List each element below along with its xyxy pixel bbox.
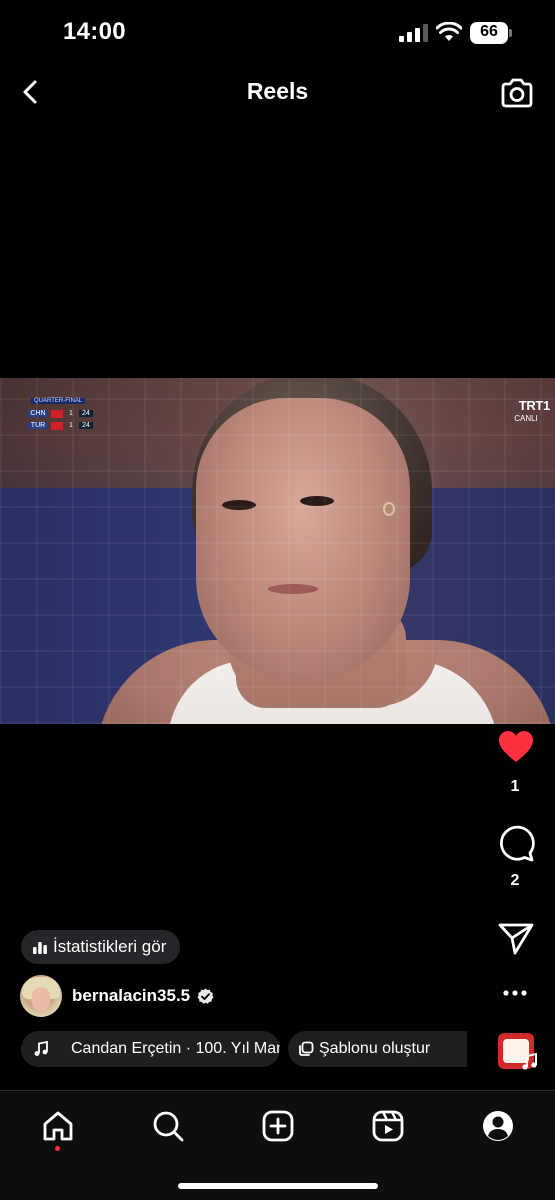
flag-icon — [51, 421, 63, 430]
profile-icon[interactable] — [481, 1109, 515, 1143]
team-sets: 1 — [69, 410, 73, 417]
bar-chart-icon — [33, 942, 47, 954]
music-note-icon — [522, 1053, 537, 1070]
page-title: Reels — [246, 78, 309, 104]
template-icon — [299, 1041, 314, 1056]
flag-icon — [51, 409, 63, 418]
comment-count[interactable]: 2 — [494, 872, 536, 890]
heart-icon[interactable] — [498, 730, 534, 764]
reel-video[interactable]: QUARTER-FINAL CHN 1 24 TUR 1 24 TRT1 CAN… — [0, 378, 555, 724]
verified-badge-icon — [197, 988, 214, 1004]
audio-title: Candan Erçetin · 100. Yıl Marşı — [71, 1040, 280, 1057]
score-row: CHN 1 24 — [28, 408, 112, 419]
audio-chip[interactable]: Candan Erçetin · 100. Yıl Marşı — [21, 1031, 280, 1067]
camera-icon[interactable] — [499, 76, 535, 110]
home-indicator — [178, 1183, 378, 1189]
username[interactable]: bernalacin35.5 — [72, 986, 190, 1006]
header: Reels — [0, 66, 555, 118]
team-name: CHN — [28, 410, 48, 417]
scoreboard: QUARTER-FINAL CHN 1 24 TUR 1 24 — [28, 398, 112, 432]
plus-square-icon[interactable] — [261, 1109, 295, 1143]
team-points: 24 — [79, 422, 93, 429]
status-time: 14:00 — [63, 18, 126, 45]
reels-icon[interactable] — [371, 1109, 405, 1143]
channel-logo: TRT1 CANLI — [502, 398, 550, 423]
battery-icon: 66 — [470, 22, 512, 44]
view-insights-button[interactable]: İstatistikleri gör — [21, 930, 181, 964]
live-label: CANLI — [514, 414, 538, 423]
share-icon[interactable] — [498, 922, 534, 956]
status-bar: 14:00 66 — [0, 0, 555, 66]
insights-label: İstatistikleri gör — [53, 937, 167, 956]
music-note-icon — [34, 1041, 48, 1056]
wifi-icon — [436, 22, 462, 41]
notification-dot — [55, 1146, 60, 1151]
cellular-signal-icon — [399, 24, 428, 42]
avatar[interactable] — [20, 975, 62, 1017]
scoreboard-label: QUARTER-FINAL — [31, 398, 86, 404]
use-template-button[interactable]: Şablonu oluştur — [288, 1031, 467, 1067]
template-label: Şablonu oluştur — [319, 1040, 431, 1057]
team-sets: 1 — [69, 422, 73, 429]
channel-name: TRT1 — [518, 398, 551, 413]
battery-level: 66 — [480, 23, 498, 40]
author-row[interactable]: bernalacin35.5 — [20, 974, 214, 1018]
home-icon[interactable] — [41, 1109, 75, 1143]
comment-icon[interactable] — [497, 824, 535, 862]
team-points: 24 — [79, 410, 93, 417]
more-options-icon[interactable] — [502, 986, 528, 1000]
score-row: TUR 1 24 — [28, 420, 112, 431]
search-icon[interactable] — [151, 1109, 185, 1143]
like-count[interactable]: 1 — [494, 778, 536, 796]
team-name: TUR — [28, 422, 48, 429]
